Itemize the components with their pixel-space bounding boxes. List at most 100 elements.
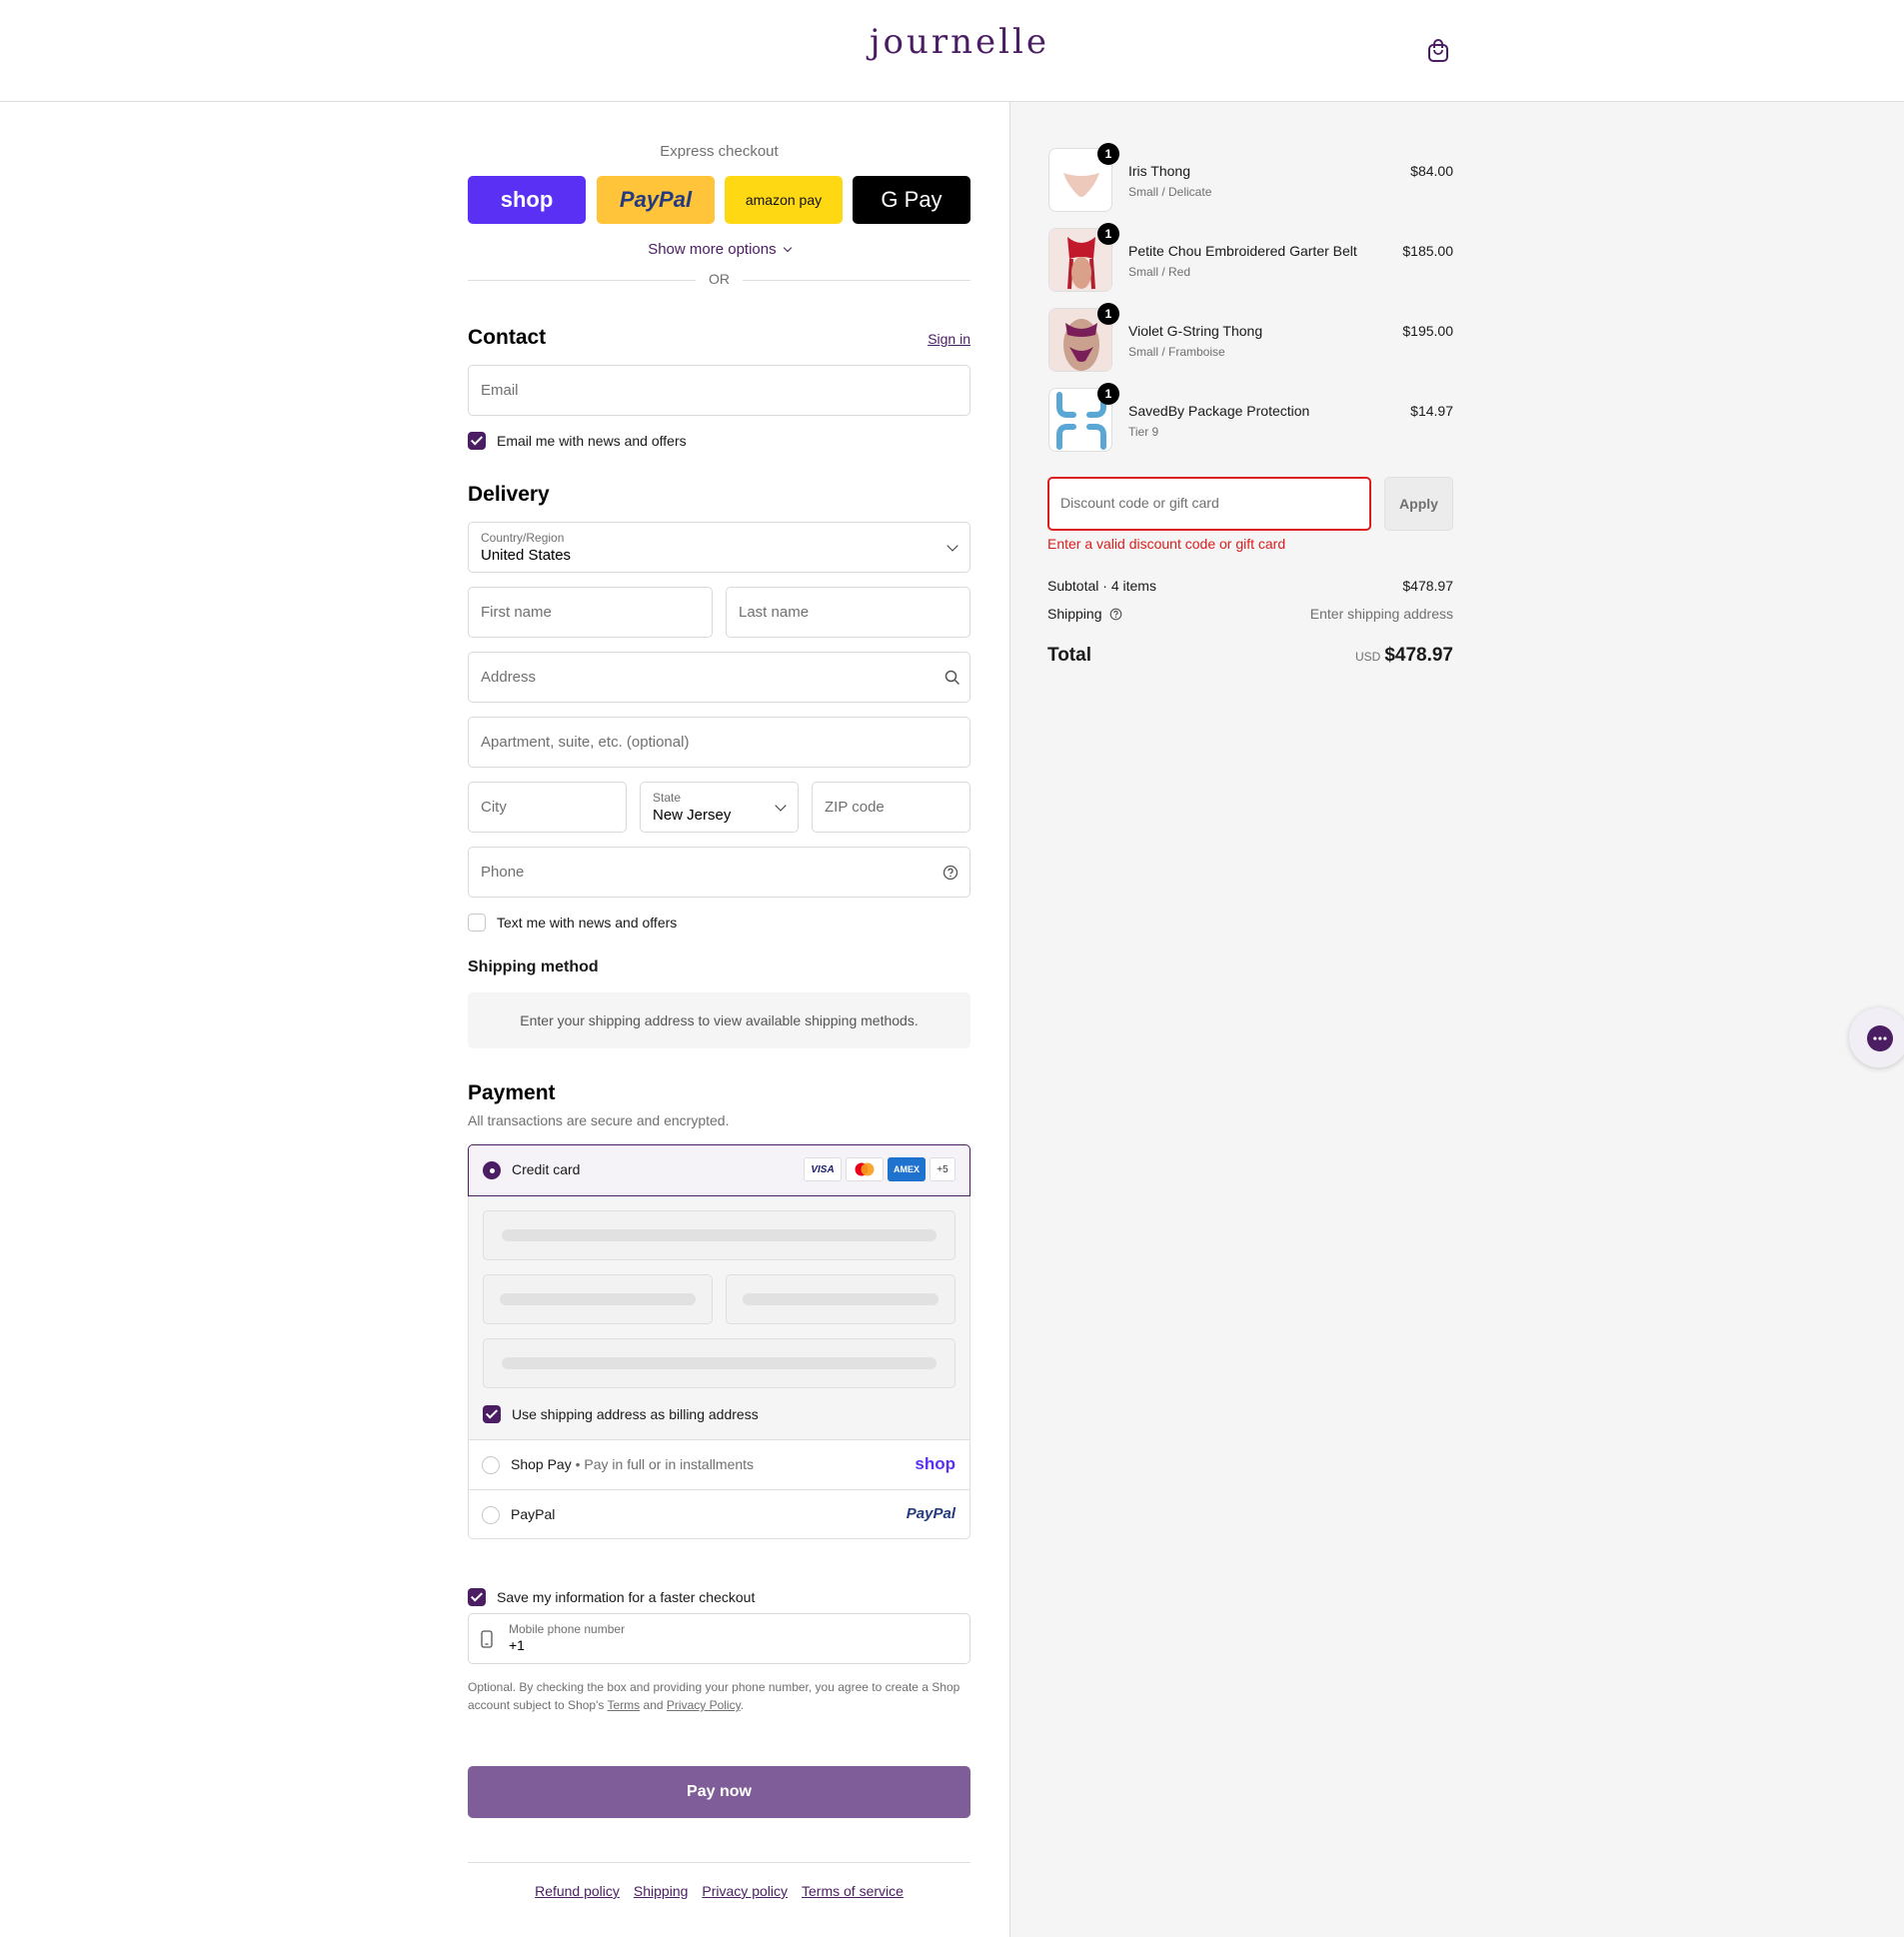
paypal-express-button[interactable]: PayPal [597,176,715,224]
refund-policy-link[interactable]: Refund policy [535,1883,620,1899]
email-news-checkbox[interactable] [468,432,486,450]
save-info-label: Save my information for a faster checkou… [497,1589,756,1605]
terms-link[interactable]: Terms [608,1698,641,1712]
total-label: Total [1047,645,1091,666]
google-pay-express-button[interactable]: G Pay [853,176,970,224]
shipping-policy-link[interactable]: Shipping [634,1883,689,1899]
order-summary-panel: 1 Iris Thong Small / Delicate $84.00 1 P… [1009,102,1904,1937]
expiration-date-field[interactable] [483,1274,713,1324]
chat-bubble-icon [1866,1024,1894,1055]
shipping-label: Shipping [1047,606,1122,624]
phone-field[interactable]: Phone [468,847,970,898]
help-circle-icon[interactable] [1109,608,1122,624]
paypal-option[interactable]: PayPal PayPal [469,1489,969,1538]
chevron-down-icon [783,243,793,253]
delivery-heading: Delivery [468,483,550,506]
divider [468,1862,970,1863]
item-price: $14.97 [1410,403,1453,419]
chevron-down-icon [775,800,787,812]
name-on-card-field[interactable] [483,1338,955,1388]
text-news-label: Text me with news and offers [497,915,678,931]
credit-card-radio[interactable] [483,1161,501,1179]
discount-code-field[interactable]: Discount code or gift card [1047,477,1371,531]
item-variant: Tier 9 [1128,425,1159,439]
shop-pay-option[interactable]: Shop Pay • Pay in full or in installment… [469,1439,969,1489]
credit-card-option[interactable]: Credit card VISA AMEX +5 [468,1144,970,1196]
sign-in-link[interactable]: Sign in [928,331,970,347]
subtotal-label: Subtotal · 4 items [1047,578,1156,594]
zip-field[interactable]: ZIP code [812,782,970,833]
apply-discount-button[interactable]: Apply [1384,477,1453,531]
help-circle-icon[interactable] [943,865,958,884]
shipping-method-notice: Enter your shipping address to view avai… [468,992,970,1048]
item-price: $185.00 [1402,243,1453,259]
express-checkout-title: Express checkout [660,143,779,160]
shop-disclaimer: Optional. By checking the box and provid… [468,1680,960,1712]
payment-heading: Payment [468,1081,556,1104]
email-field[interactable]: Email [468,365,970,416]
quantity-badge: 1 [1097,223,1119,245]
currency-code: USD [1354,650,1381,664]
item-price: $84.00 [1410,163,1453,179]
terms-of-service-link[interactable]: Terms of service [802,1883,904,1899]
mastercard-icon [846,1157,884,1181]
total-amount: USD $478.97 [1354,645,1453,666]
chevron-down-icon [947,540,958,552]
mobile-phone-icon [481,1630,493,1651]
city-field[interactable]: City [468,782,627,833]
address-field[interactable]: Address [468,652,970,703]
privacy-policy-link[interactable]: Privacy Policy [667,1698,741,1712]
item-name: Petite Chou Embroidered Garter Belt [1128,243,1357,259]
shopping-bag-icon[interactable] [1425,38,1451,64]
item-name: Iris Thong [1128,163,1190,179]
visa-icon: VISA [804,1157,842,1181]
privacy-policy-footer-link[interactable]: Privacy policy [702,1883,788,1899]
item-name: SavedBy Package Protection [1128,403,1310,419]
search-icon [945,670,960,689]
security-code-field[interactable] [726,1274,955,1324]
save-info-checkbox[interactable] [468,1588,486,1606]
shop-pay-logo-icon: shop [915,1454,955,1473]
billing-address-label: Use shipping address as billing address [512,1406,759,1422]
email-news-label: Email me with news and offers [497,433,687,449]
pay-now-button[interactable]: Pay now [468,1766,970,1818]
last-name-field[interactable]: Last name [726,587,970,638]
shipping-method-heading: Shipping method [468,959,599,975]
card-fields-area: Use shipping address as billing address [469,1196,969,1439]
paypal-logo-icon: PayPal [906,1505,955,1522]
shipping-value: Enter shipping address [1309,606,1453,622]
order-summary: 1 Iris Thong Small / Delicate $84.00 1 P… [1010,102,1453,702]
chat-widget-button[interactable] [1849,1007,1904,1067]
item-variant: Small / Delicate [1128,185,1212,199]
item-variant: Small / Red [1128,265,1191,279]
shop-pay-express-button[interactable]: shop [468,176,586,224]
discount-error-message: Enter a valid discount code or gift card [1047,536,1286,552]
item-name: Violet G-String Thong [1128,323,1263,339]
paypal-radio[interactable] [482,1506,500,1524]
apartment-field[interactable]: Apartment, suite, etc. (optional) [468,717,970,768]
item-variant: Small / Framboise [1128,345,1225,359]
text-news-checkbox[interactable] [468,914,486,932]
item-price: $195.00 [1402,323,1453,339]
state-select[interactable]: State New Jersey [640,782,799,833]
amazon-pay-express-button[interactable]: amazon pay [725,176,843,224]
quantity-badge: 1 [1097,383,1119,405]
payment-subtitle: All transactions are secure and encrypte… [468,1112,730,1128]
show-more-options-link[interactable]: Show more options [468,241,970,258]
store-logo[interactable]: journelle [860,22,1059,62]
checkout-form-panel: Express checkout shop PayPal amazon pay … [0,102,1009,1937]
country-select[interactable]: Country/Region United States [468,522,970,573]
quantity-badge: 1 [1097,143,1119,165]
more-cards-badge: +5 [930,1157,955,1181]
subtotal-value: $478.97 [1402,578,1453,594]
mobile-phone-field[interactable]: Mobile phone number +1 [468,1613,970,1664]
footer-links: Refund policy Shipping Privacy policy Terms… [468,1883,970,1899]
amex-icon: AMEX [888,1157,926,1181]
or-separator: OR [709,271,730,287]
quantity-badge: 1 [1097,303,1119,325]
billing-address-checkbox[interactable] [483,1405,501,1423]
shop-pay-radio[interactable] [482,1456,500,1474]
first-name-field[interactable]: First name [468,587,713,638]
card-number-field[interactable] [483,1210,955,1260]
contact-heading: Contact [468,326,547,349]
